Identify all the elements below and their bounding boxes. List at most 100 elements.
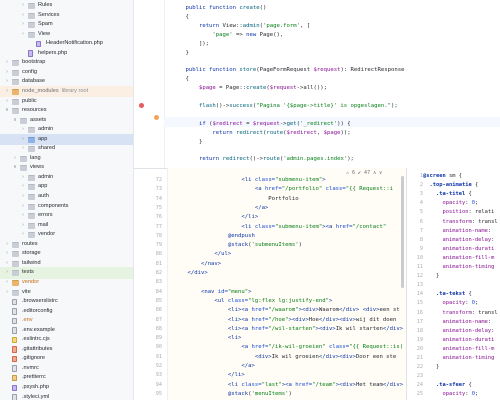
code-line[interactable]: animation-fill-m — [423, 254, 494, 263]
code-line[interactable]: </div> — [174, 269, 207, 278]
code-token: href= — [251, 325, 269, 332]
code-line[interactable]: </a> — [174, 204, 268, 213]
code-line[interactable]: @endpush — [174, 232, 255, 241]
code-line[interactable]: animation-timing — [423, 354, 494, 363]
code-line[interactable]: <li><a href="/waarom"><div>Waarom</div> … — [174, 306, 400, 315]
code-line[interactable]: animation-name: — [423, 227, 491, 236]
project-tree[interactable]: › Rules › Services › Spam › View HeaderNotificat… — [0, 0, 134, 400]
code-line[interactable]: <a href="/ik-wil-groeien" class="{{ Requ… — [174, 343, 403, 352]
code-line[interactable]: $page = Page::create($request->all()); — [172, 84, 327, 93]
code-line[interactable]: { — [172, 75, 188, 84]
file-icon — [12, 365, 17, 372]
editor-pane-blade[interactable]: 72 <li class="submenu-item"> 73 <a href="… — [134, 168, 500, 400]
code-token: ><div> — [335, 381, 356, 388]
code-token: href= — [335, 223, 353, 230]
code-line[interactable]: position: relati — [423, 208, 494, 217]
code-token: return — [198, 156, 223, 163]
code-line[interactable]: animation-fill-m — [423, 345, 494, 354]
code-token: "Pagina '{$page->title}' is opgeslagen." — [256, 102, 391, 109]
code-line[interactable]: <li class="submenu-item"> — [174, 176, 325, 185]
code-line[interactable]: </a> — [174, 362, 254, 371]
code-line[interactable]: </nav> — [174, 260, 221, 269]
code-line[interactable]: transform: transl — [423, 309, 497, 318]
code-line[interactable]: </li> — [174, 371, 245, 380]
code-line[interactable]: animation-delay: — [423, 327, 494, 336]
line-number: 9 — [419, 245, 423, 252]
code-token: animation-fill-m — [442, 254, 495, 261]
tree-item[interactable]: .styleci.yml — [0, 392, 133, 400]
code-line[interactable]: animation-delay: — [423, 236, 494, 245]
inspection-widget[interactable]: ⚠ 6 ✔ 47 ∧ ∨ — [346, 170, 382, 176]
code-line[interactable]: @screen sm { — [423, 172, 462, 181]
code-line[interactable]: { — [172, 13, 188, 22]
code-line[interactable]: .ta-tekst { — [423, 290, 472, 299]
code-token: View:: — [222, 22, 243, 29]
code-token: 'submenuItems' — [251, 242, 299, 249]
code-line[interactable]: public function store(PageFormRequest $r… — [172, 66, 404, 75]
code-line[interactable]: return redirect(route($redirect, $page))… — [172, 129, 350, 138]
code-line[interactable]: } — [423, 363, 439, 372]
editor-pane-scss[interactable]: 1 @screen sm {2 .top-animatie {3 .ta-tite… — [407, 168, 500, 400]
code-line[interactable]: } — [172, 138, 202, 147]
code-line[interactable]: opacity: 0; — [423, 390, 478, 399]
code-line[interactable]: .top-animatie { — [423, 181, 479, 190]
code-line[interactable]: animation-timing — [423, 263, 494, 272]
code-line[interactable]: <div>Ik wil groeien</div><div>Door een s… — [174, 353, 396, 362]
folder-icon — [12, 60, 19, 67]
code-line[interactable]: transform: transl — [423, 218, 497, 227]
breakpoint-marker-icon[interactable] — [139, 103, 144, 108]
code-line[interactable]: if ($redirect = $request->get('_redirect… — [172, 120, 351, 129]
code-line[interactable]: animation-name: — [423, 318, 491, 327]
code-line[interactable]: Portfolio — [174, 195, 298, 204]
code-token: Waarom — [318, 307, 340, 314]
scrollbar[interactable] — [401, 176, 404, 288]
tree-item-text: assets — [30, 116, 47, 123]
code-line[interactable]: <li><a href="/hoe"><div>Hoe</div><div>wi… — [174, 316, 396, 325]
code-line[interactable]: <ul class="lg:flex lg:justify-end"> — [174, 297, 332, 306]
code-line[interactable]: <li> — [174, 334, 241, 343]
code-line[interactable]: <nav id="menu"> — [174, 288, 252, 297]
tree-item-text: .gitattributes — [22, 345, 53, 352]
code-line[interactable]: </li> — [174, 213, 258, 222]
code-line[interactable]: ]); — [172, 40, 209, 49]
code-line[interactable]: flash()->success("Pagina '{$page->title}… — [172, 102, 398, 111]
code-line[interactable]: .ta-sfeer { — [423, 381, 472, 390]
line-number: 17 — [416, 318, 423, 325]
code-token: $request — [252, 120, 280, 127]
code-line[interactable]: @stack('submenuItems') — [174, 241, 302, 250]
code-line[interactable]: <li><a href="/wil-starten"><div>Ik wil s… — [174, 325, 403, 334]
code-line[interactable]: animation-durati — [423, 336, 494, 345]
bookmark-marker-icon[interactable] — [154, 115, 159, 120]
code-token: Het team — [355, 381, 383, 388]
folder-icon — [12, 251, 19, 258]
code-line[interactable]: <li class="submenu-item"><a href="/conta… — [174, 223, 386, 232]
code-line[interactable]: </ul> — [174, 250, 231, 259]
folder-icon — [28, 136, 35, 143]
line-number: 83 — [155, 279, 162, 286]
folder-icon — [28, 31, 35, 38]
code-line[interactable]: <li class="last"><a href="/team"><div>He… — [174, 381, 403, 390]
code-token: animation-name — [442, 318, 488, 325]
code-line[interactable]: opacity: 0; — [423, 299, 478, 308]
tree-item-text: Spam — [38, 21, 53, 28]
code-token: transform — [442, 309, 472, 316]
code-line[interactable]: return redirect()->route('admin.pages.in… — [172, 155, 354, 164]
code-line[interactable]: return View::admin('page.form', [ — [172, 22, 310, 31]
editor-pane-controller[interactable]: public function create() { return View::… — [134, 0, 500, 168]
code-line[interactable]: opacity: 0; — [423, 199, 478, 208]
code-line[interactable]: 'page' => new Page(), — [172, 31, 283, 40]
code-line[interactable]: <a href="/portfolio" class="{{ Request::… — [174, 185, 393, 194]
code-token: route — [262, 156, 280, 163]
code-line[interactable]: .ta-titel { — [423, 190, 472, 199]
file-icon — [12, 308, 17, 315]
code-line[interactable]: @stack('menuItems') — [174, 390, 292, 399]
code-line[interactable]: animation-durati — [423, 245, 494, 254]
code-line[interactable]: } — [423, 272, 439, 281]
code-line[interactable]: } — [172, 49, 188, 58]
code-line[interactable]: public function create() — [172, 4, 266, 13]
line-number: 75 — [155, 204, 162, 211]
